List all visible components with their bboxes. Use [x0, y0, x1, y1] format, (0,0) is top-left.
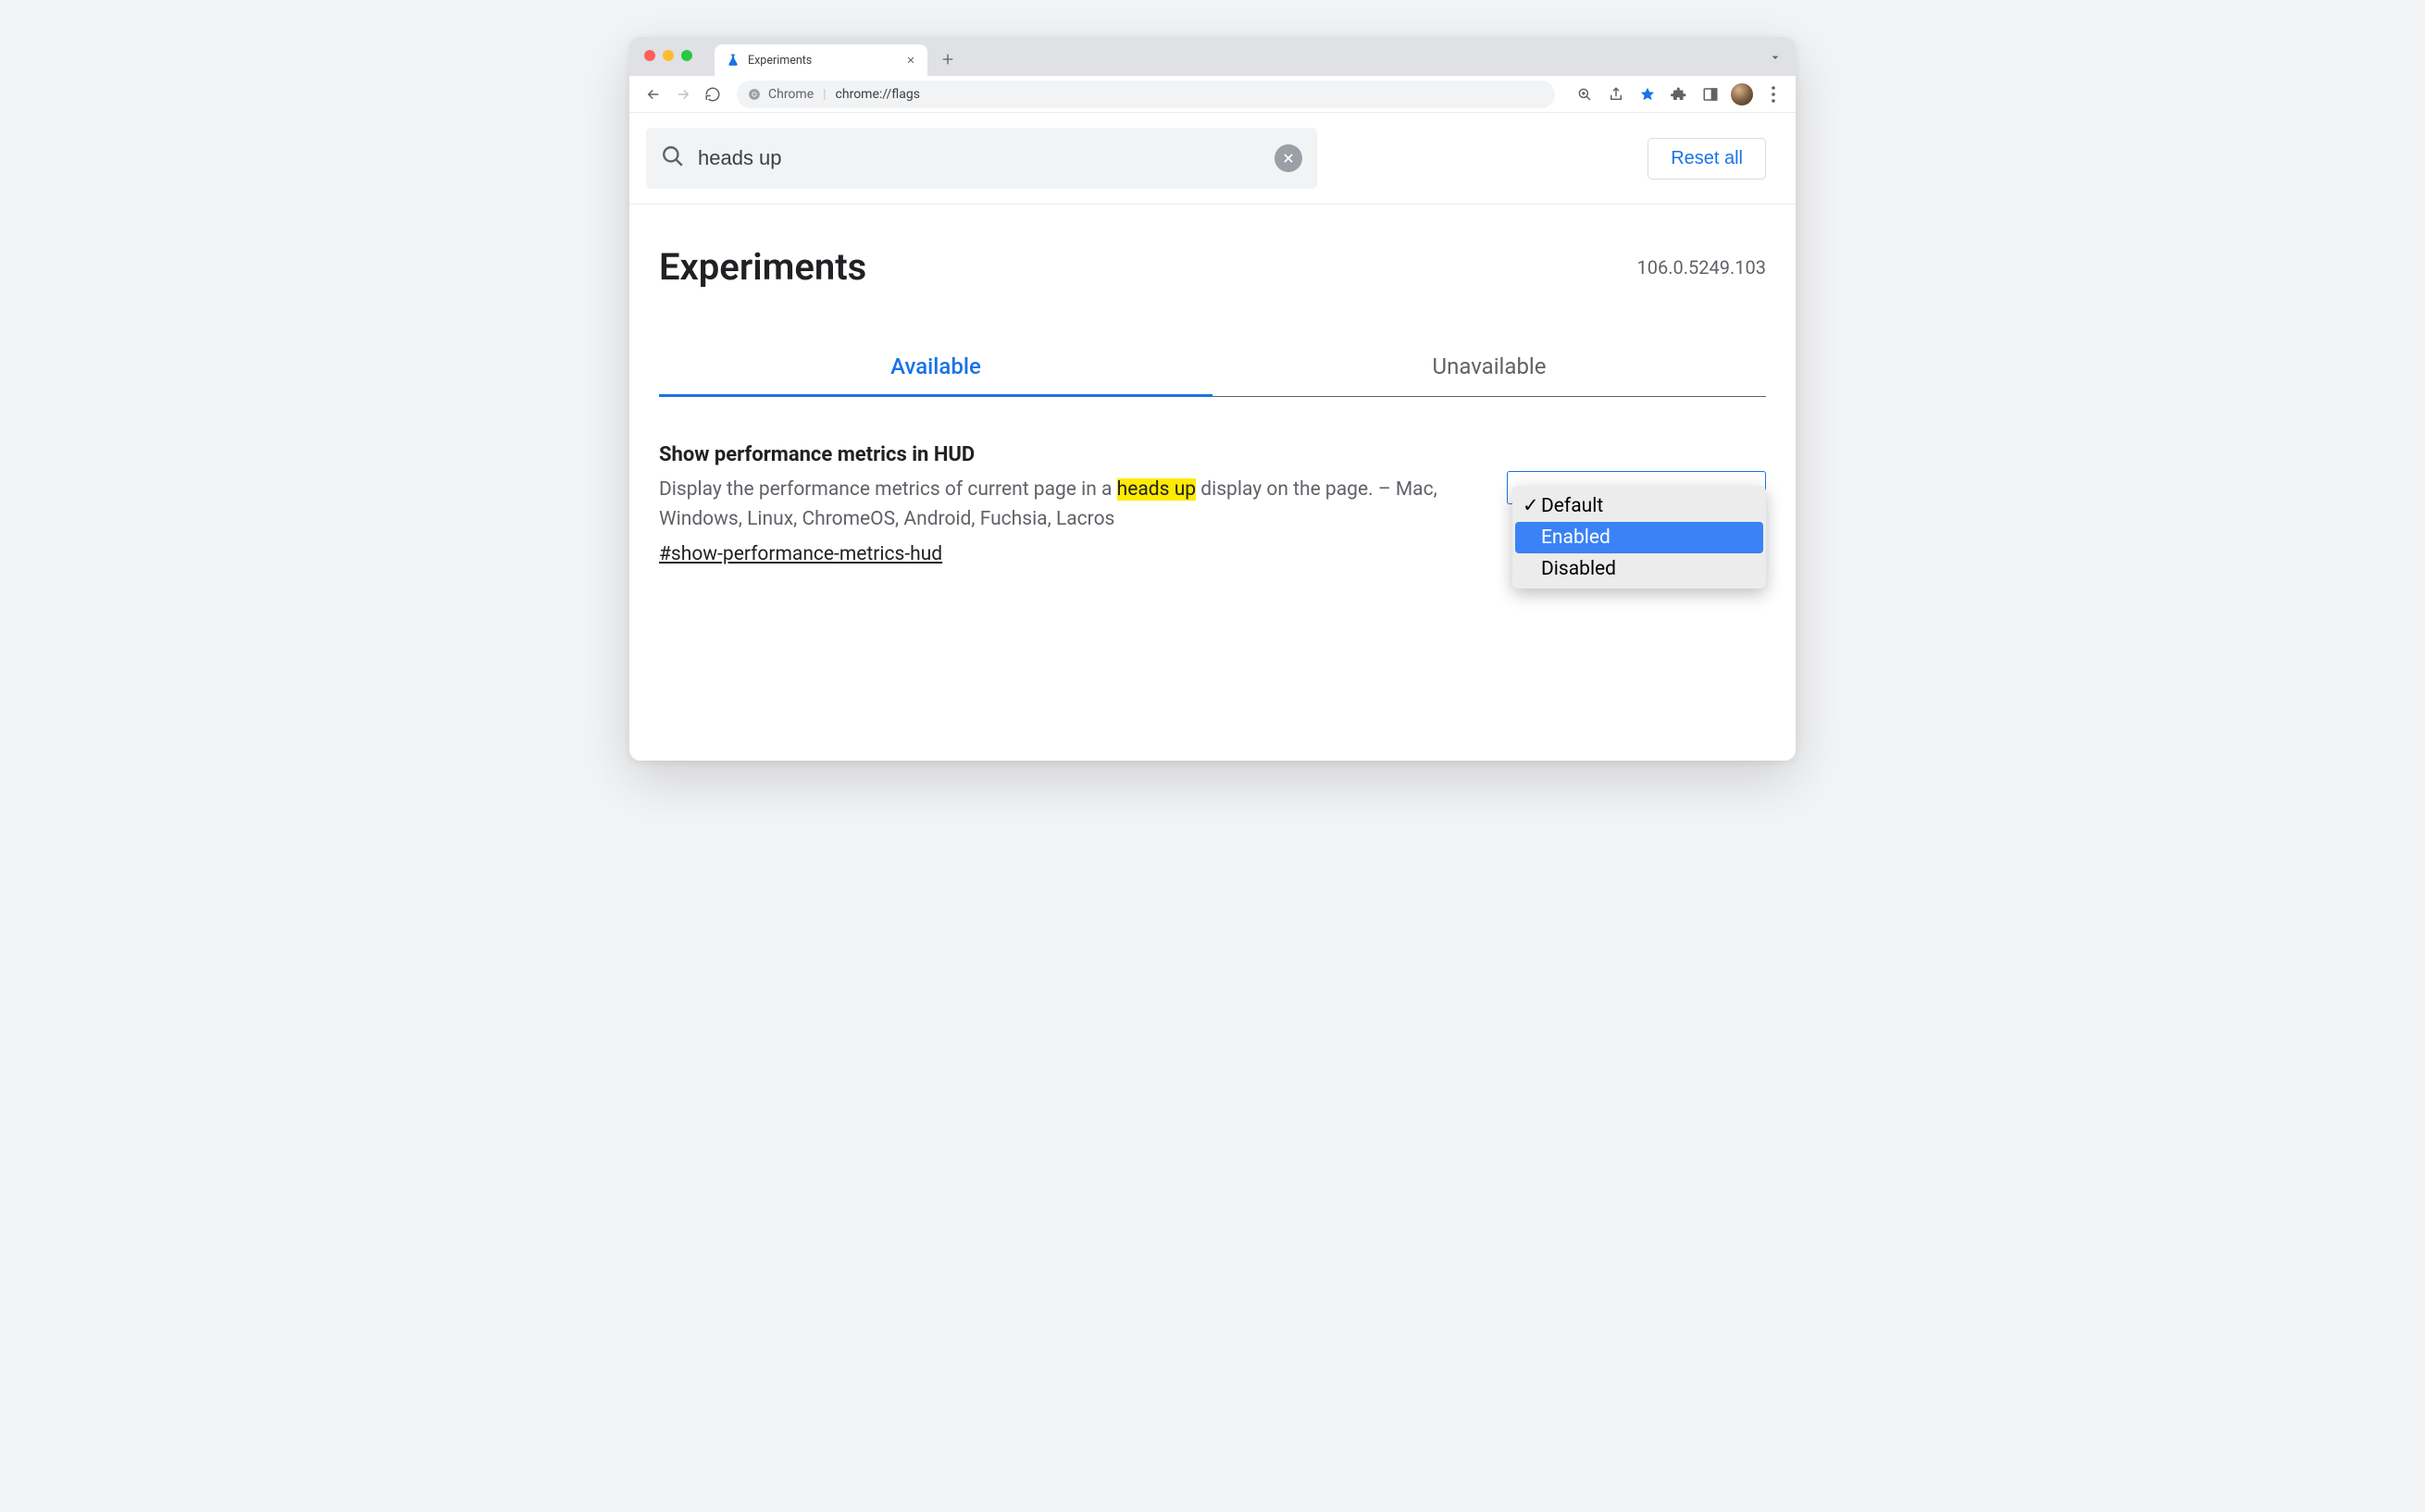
version-label: 106.0.5249.103: [1637, 256, 1766, 279]
search-icon: [661, 144, 685, 172]
option-disabled-label: Disabled: [1541, 558, 1616, 580]
tab-strip: Experiments: [629, 37, 1796, 76]
tab-title: Experiments: [748, 54, 896, 68]
extensions-icon[interactable]: [1668, 83, 1690, 105]
profile-avatar[interactable]: [1731, 83, 1753, 105]
chrome-menu-icon[interactable]: [1762, 83, 1785, 105]
browser-window: Experiments Chrome | chrome://f: [629, 37, 1796, 761]
desc-before: Display the performance metrics of curre…: [659, 478, 1117, 501]
clear-search-button[interactable]: [1275, 144, 1302, 172]
option-enabled[interactable]: Enabled: [1515, 522, 1763, 553]
omnibox-url: chrome://flags: [836, 87, 920, 102]
new-tab-button[interactable]: [935, 46, 961, 72]
experiment-description: Display the performance metrics of curre…: [659, 476, 1451, 534]
tab-available[interactable]: Available: [659, 353, 1212, 397]
omnibox-prefix: Chrome: [768, 87, 814, 102]
search-input[interactable]: [698, 146, 1262, 170]
page-title: Experiments: [659, 245, 866, 289]
address-bar[interactable]: Chrome | chrome://flags: [737, 81, 1555, 108]
toolbar-actions: [1573, 83, 1785, 105]
omnibox-divider: |: [823, 87, 826, 102]
close-window-button[interactable]: [644, 50, 655, 61]
browser-tab[interactable]: Experiments: [715, 44, 927, 76]
tabs-row: Available Unavailable: [659, 353, 1766, 397]
option-disabled[interactable]: Disabled: [1515, 553, 1763, 585]
search-row: Reset all: [629, 113, 1796, 204]
tab-unavailable[interactable]: Unavailable: [1212, 353, 1766, 397]
maximize-window-button[interactable]: [681, 50, 692, 61]
back-button[interactable]: [640, 81, 666, 107]
bookmark-star-icon[interactable]: [1636, 83, 1659, 105]
forward-button[interactable]: [670, 81, 696, 107]
reload-button[interactable]: [700, 81, 726, 107]
toolbar: Chrome | chrome://flags: [629, 76, 1796, 113]
experiment-hash-link[interactable]: #show-performance-metrics-hud: [659, 543, 942, 565]
option-default-label: Default: [1541, 495, 1603, 517]
reset-all-button[interactable]: Reset all: [1648, 138, 1766, 180]
experiment-title: Show performance metrics in HUD: [659, 443, 1451, 466]
option-default[interactable]: ✓ Default: [1515, 490, 1763, 522]
zoom-icon[interactable]: [1573, 83, 1596, 105]
traffic-lights: [644, 50, 692, 61]
tab-close-icon[interactable]: [903, 53, 918, 68]
option-enabled-label: Enabled: [1541, 527, 1610, 549]
flask-icon: [726, 53, 740, 68]
tab-search-button[interactable]: [1766, 48, 1785, 67]
experiments-list: Show performance metrics in HUD Display …: [629, 397, 1796, 676]
experiment-row: Show performance metrics in HUD Display …: [659, 443, 1766, 565]
experiment-dropdown: ✓ Default Enabled Disabled: [1512, 486, 1766, 589]
experiment-control: ✓ Default Enabled Disabled: [1507, 443, 1766, 504]
share-icon[interactable]: [1605, 83, 1627, 105]
search-highlight: heads up: [1117, 478, 1196, 501]
experiment-text: Show performance metrics in HUD Display …: [659, 443, 1451, 565]
checkmark-icon: ✓: [1523, 494, 1537, 517]
heading-row: Experiments 106.0.5249.103: [629, 204, 1796, 298]
page-content: Reset all Experiments 106.0.5249.103 Ava…: [629, 113, 1796, 761]
side-panel-icon[interactable]: [1699, 83, 1722, 105]
search-box: [646, 128, 1317, 189]
chrome-icon: [748, 88, 761, 101]
minimize-window-button[interactable]: [663, 50, 674, 61]
